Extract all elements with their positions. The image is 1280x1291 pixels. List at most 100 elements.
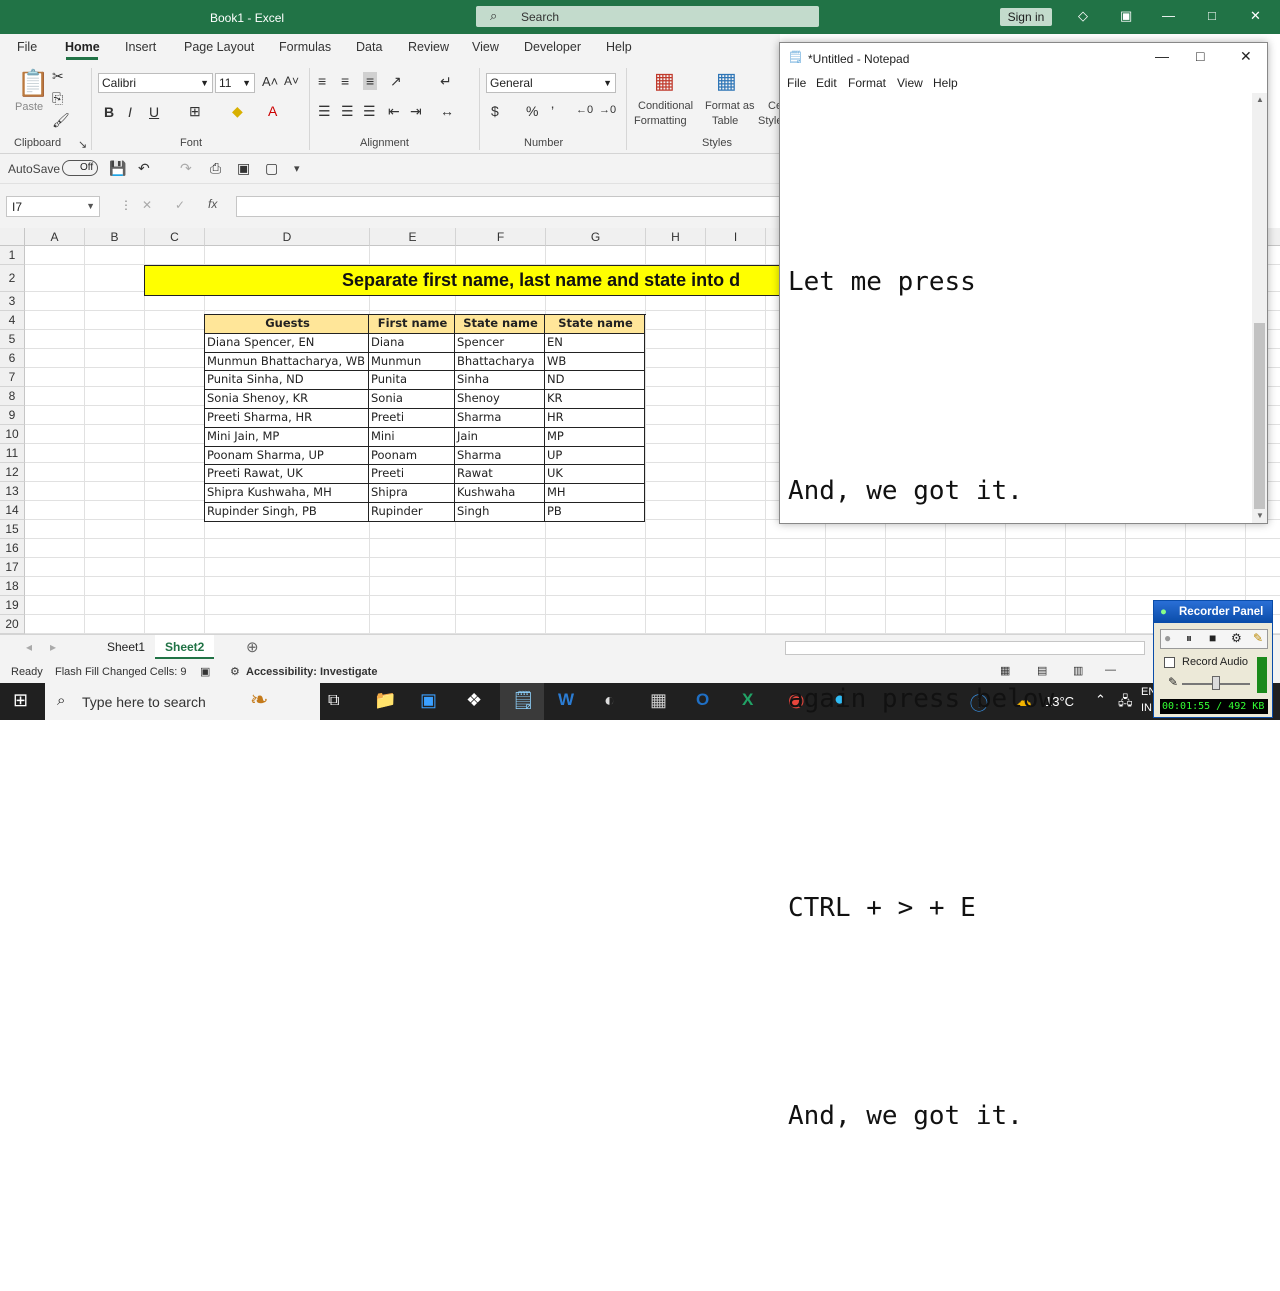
- table-cell[interactable]: Munmun Bhattacharya, WB: [205, 352, 369, 372]
- record-icon[interactable]: ●: [1164, 631, 1171, 645]
- stop-icon[interactable]: ■: [1209, 631, 1216, 645]
- menu-edit[interactable]: Edit: [816, 76, 837, 90]
- task-view-icon[interactable]: ⧉: [328, 692, 339, 710]
- menu-help[interactable]: Help: [933, 76, 958, 90]
- windows-start-icon[interactable]: ⊞: [13, 690, 28, 711]
- table-cell[interactable]: Munmun: [369, 352, 455, 372]
- borders-icon[interactable]: ⊞: [189, 103, 201, 120]
- column-header[interactable]: H: [646, 228, 706, 246]
- save-icon[interactable]: 💾: [109, 160, 126, 177]
- table-cell[interactable]: Preeti Rawat, UK: [205, 465, 369, 485]
- column-header[interactable]: G: [546, 228, 646, 246]
- table-cell[interactable]: MH: [545, 484, 645, 503]
- add-sheet-icon[interactable]: ⊕: [246, 638, 259, 656]
- table-cell[interactable]: PB: [545, 502, 645, 522]
- table-cell[interactable]: ND: [545, 371, 645, 391]
- decrease-decimal-icon[interactable]: →0: [599, 104, 616, 116]
- table-cell[interactable]: Singh: [455, 502, 545, 522]
- enter-icon[interactable]: ✓: [175, 198, 185, 212]
- scrollbar-thumb[interactable]: [1254, 323, 1265, 509]
- pen-icon[interactable]: ✎: [1253, 631, 1263, 645]
- close-icon[interactable]: ✕: [1240, 48, 1252, 65]
- format-as-table-label2[interactable]: Table: [712, 115, 738, 127]
- tab-insert[interactable]: Insert: [125, 40, 156, 54]
- store-icon[interactable]: ▣: [420, 690, 437, 711]
- table-cell[interactable]: Jain: [455, 427, 545, 447]
- row-header[interactable]: 4: [0, 311, 25, 330]
- table-header-cell[interactable]: State name: [545, 315, 645, 334]
- row-header[interactable]: 18: [0, 577, 25, 596]
- column-header[interactable]: A: [25, 228, 85, 246]
- row-header[interactable]: 1: [0, 246, 25, 265]
- formula-input[interactable]: [236, 196, 796, 217]
- table-cell[interactable]: Rawat: [455, 465, 545, 485]
- conditional-formatting-icon[interactable]: ▦: [654, 68, 675, 94]
- maximize-icon[interactable]: □: [1196, 48, 1204, 64]
- outlook-icon[interactable]: O: [696, 690, 709, 710]
- row-header[interactable]: 13: [0, 482, 25, 501]
- scroll-left-icon[interactable]: ◂: [26, 640, 32, 654]
- select-all-corner[interactable]: [0, 228, 25, 246]
- row-header[interactable]: 8: [0, 387, 25, 406]
- row-header[interactable]: 11: [0, 444, 25, 463]
- row-header[interactable]: 6: [0, 349, 25, 368]
- align-right-icon[interactable]: ☰: [363, 103, 376, 120]
- table-cell[interactable]: Preeti: [369, 408, 455, 428]
- sheet-tab-sheet1[interactable]: Sheet1: [97, 635, 155, 659]
- cancel-icon[interactable]: ✕: [142, 198, 152, 212]
- table-header-cell[interactable]: Guests: [205, 315, 369, 334]
- table-cell[interactable]: Sharma: [455, 408, 545, 428]
- table-cell[interactable]: Sinha: [455, 371, 545, 391]
- record-audio-checkbox[interactable]: [1164, 657, 1175, 668]
- column-header[interactable]: E: [370, 228, 456, 246]
- taskbar-search[interactable]: ⌕ Type here to search ❧: [45, 683, 320, 720]
- pause-icon[interactable]: ⏸: [1186, 631, 1192, 646]
- column-header[interactable]: C: [145, 228, 205, 246]
- table-cell[interactable]: EN: [545, 333, 645, 353]
- table-cell[interactable]: Mini Jain, MP: [205, 427, 369, 447]
- page-break-view-icon[interactable]: ▥: [1073, 664, 1083, 677]
- minimize-icon[interactable]: —: [1162, 8, 1175, 23]
- table-cell[interactable]: Rupinder Singh, PB: [205, 502, 369, 522]
- table-cell[interactable]: MP: [545, 427, 645, 447]
- tab-data[interactable]: Data: [356, 40, 382, 54]
- status-accessibility[interactable]: Accessibility: Investigate: [246, 666, 377, 678]
- column-header[interactable]: D: [205, 228, 370, 246]
- customize-qat-icon[interactable]: ▾: [294, 162, 300, 175]
- comment-icon[interactable]: ▢: [265, 160, 278, 177]
- undo-icon[interactable]: ↶: [138, 160, 150, 177]
- font-name-select[interactable]: Calibri ▼: [98, 73, 213, 93]
- align-middle-icon[interactable]: ≡: [341, 73, 349, 89]
- menu-view[interactable]: View: [897, 76, 923, 90]
- settings-icon[interactable]: ⚙: [1231, 631, 1242, 645]
- table-cell[interactable]: UP: [545, 446, 645, 466]
- table-cell[interactable]: Diana Spencer, EN: [205, 333, 369, 353]
- align-bottom-icon[interactable]: ≡: [363, 72, 378, 90]
- file-explorer-icon[interactable]: 📁: [374, 690, 396, 711]
- clipboard-launcher-icon[interactable]: ↘: [78, 138, 87, 151]
- align-center-icon[interactable]: ☰: [341, 103, 354, 120]
- print-preview-icon[interactable]: ⎙: [210, 160, 221, 177]
- row-header[interactable]: 16: [0, 539, 25, 558]
- scroll-right-icon[interactable]: ▸: [50, 640, 56, 654]
- table-cell[interactable]: Rupinder: [369, 502, 455, 522]
- merge-center-icon[interactable]: ↔: [440, 103, 454, 119]
- table-cell[interactable]: Diana: [369, 333, 455, 353]
- row-header[interactable]: 7: [0, 368, 25, 387]
- scroll-down-icon[interactable]: ▼: [1256, 511, 1264, 520]
- search-input[interactable]: ⌕ Search: [476, 6, 819, 27]
- table-cell[interactable]: Poonam: [369, 446, 455, 466]
- table-cell[interactable]: KR: [545, 390, 645, 409]
- tab-help[interactable]: Help: [606, 40, 632, 54]
- decrease-font-icon[interactable]: A˅: [284, 74, 299, 88]
- row-header[interactable]: 17: [0, 558, 25, 577]
- table-cell[interactable]: HR: [545, 408, 645, 428]
- bold-button[interactable]: B: [104, 104, 114, 120]
- font-color-icon[interactable]: A: [268, 103, 277, 119]
- table-cell[interactable]: Punita Sinha, ND: [205, 371, 369, 391]
- increase-font-icon[interactable]: A˄: [262, 74, 278, 89]
- font-size-select[interactable]: 11 ▼: [215, 73, 255, 93]
- ribbon-display-icon[interactable]: ▣: [1120, 8, 1132, 24]
- table-cell[interactable]: UK: [545, 465, 645, 485]
- table-cell[interactable]: Spencer: [455, 333, 545, 353]
